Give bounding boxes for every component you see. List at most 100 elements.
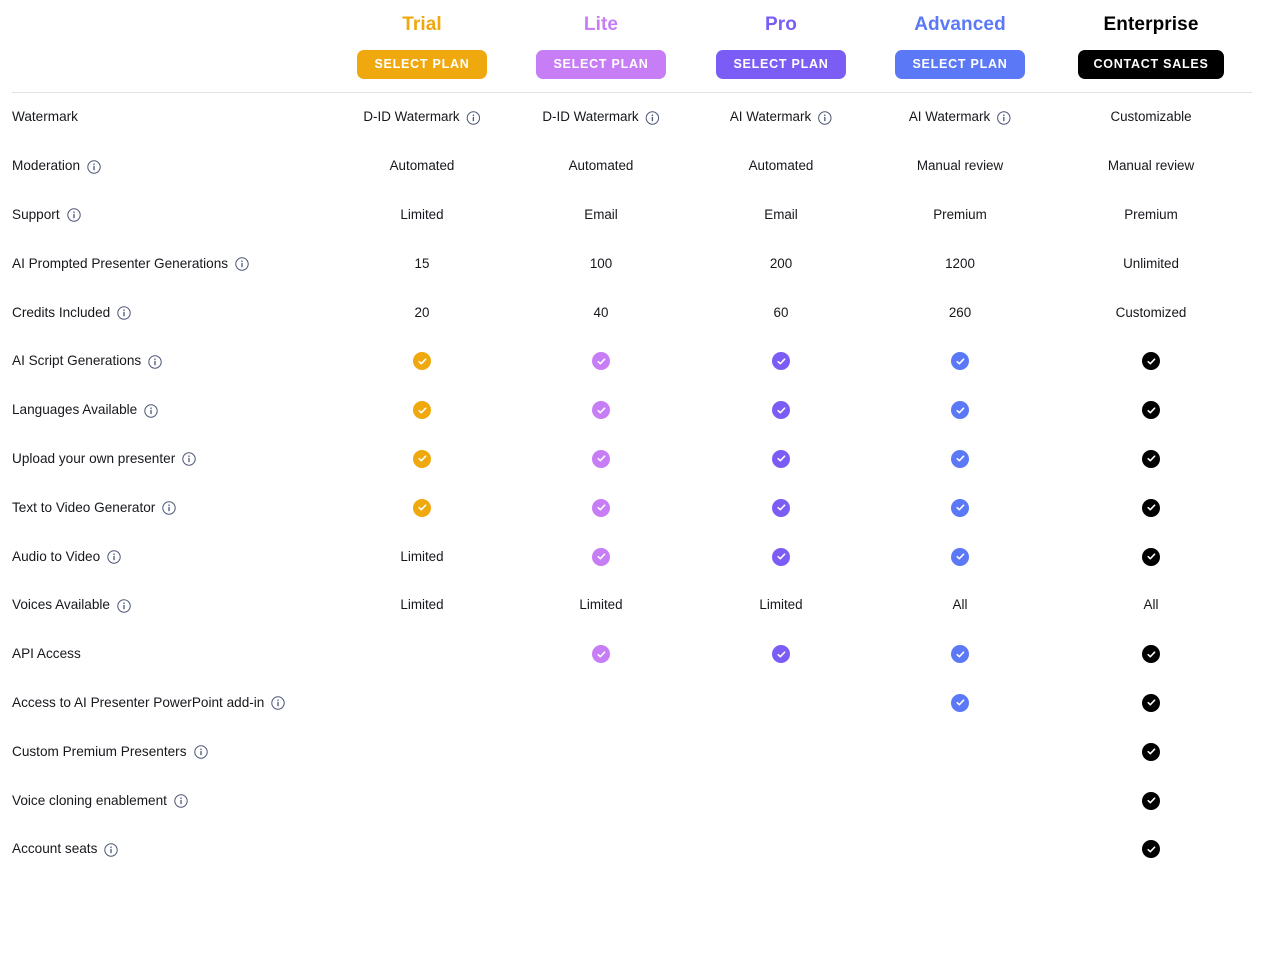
plan-name-enterprise: Enterprise <box>1103 14 1199 35</box>
plan-column-trial: Trial SELECT PLAN <box>357 0 487 79</box>
feature-label-text: Voices Available <box>12 597 110 613</box>
feature-value-text: Limited <box>400 597 444 613</box>
feature-value-cell-pro <box>772 645 790 664</box>
feature-value-text: Customizable <box>1110 109 1192 125</box>
feature-value-text: Unlimited <box>1123 255 1179 271</box>
feature-value-cell-enterprise <box>1142 742 1160 761</box>
feature-value-cell-advanced <box>951 547 969 566</box>
info-icon[interactable] <box>193 745 208 759</box>
feature-value-cell-advanced <box>951 449 969 468</box>
info-icon[interactable] <box>174 794 188 808</box>
feature-value-cell-lite: Email <box>584 206 617 224</box>
info-icon[interactable] <box>818 111 832 125</box>
feature-value-cell-advanced: AI Watermark <box>909 108 1011 126</box>
table-row: Watermark D-ID Watermark D-ID Watermark AI … <box>0 93 1264 142</box>
feature-value-cell-lite <box>592 498 610 517</box>
feature-label-cell: Access to AI Presenter PowerPoint add-in <box>12 694 286 712</box>
feature-value-cell-pro <box>772 449 790 468</box>
feature-label-text: AI Script Generations <box>12 353 142 369</box>
feature-value-cell-enterprise: Premium <box>1124 206 1178 224</box>
check-circle-icon <box>592 547 610 566</box>
feature-value-text: Limited <box>400 548 444 564</box>
feature-value-cell-advanced <box>951 401 969 420</box>
feature-label-cell: Custom Premium Presenters <box>12 743 208 761</box>
feature-value-cell-enterprise <box>1142 840 1160 859</box>
feature-value-cell-trial: D-ID Watermark <box>363 108 481 126</box>
info-icon[interactable] <box>87 159 101 174</box>
plan-cta-button-trial[interactable]: SELECT PLAN <box>357 50 487 79</box>
feature-label-text: AI Prompted Presenter Generations <box>12 255 229 271</box>
info-icon[interactable] <box>162 501 177 515</box>
feature-label-cell: Watermark <box>12 108 78 126</box>
info-icon[interactable] <box>645 111 660 125</box>
feature-label-text: Audio to Video <box>12 548 101 564</box>
info-icon[interactable] <box>466 111 481 125</box>
feature-value-cell-pro <box>772 498 790 517</box>
plan-header: Trial SELECT PLAN Lite SELECT PLAN Pro SELECT… <box>12 0 1252 93</box>
feature-value-text: All <box>952 597 968 613</box>
feature-label-text: Text to Video Generator <box>12 499 156 515</box>
table-row: Text to Video Generator <box>0 483 1264 532</box>
plan-cta-button-lite[interactable]: SELECT PLAN <box>536 50 666 79</box>
feature-label-text: Languages Available <box>12 402 138 418</box>
plan-cta-button-pro[interactable]: SELECT PLAN <box>716 50 846 79</box>
feature-value-cell-enterprise: Customized <box>1116 304 1187 322</box>
feature-value-text: Automated <box>389 158 455 174</box>
feature-label-cell: Voices Available <box>12 596 131 614</box>
plan-column-enterprise: Enterprise CONTACT SALES <box>1078 0 1224 79</box>
feature-value-text: Premium <box>933 206 987 222</box>
check-circle-icon <box>951 352 969 371</box>
feature-value-cell-lite: Limited <box>579 596 622 614</box>
feature-value-cell-pro <box>772 352 790 371</box>
feature-value-cell-enterprise <box>1142 547 1160 566</box>
feature-label-text: Watermark <box>12 109 78 125</box>
info-icon[interactable] <box>235 257 249 271</box>
feature-label-text: Credits Included <box>12 304 111 320</box>
feature-value-cell-lite: D-ID Watermark <box>542 108 660 126</box>
table-row: AI Script Generations <box>0 337 1264 386</box>
feature-label-cell: AI Script Generations <box>12 352 162 370</box>
feature-value-cell-pro: Email <box>764 206 797 224</box>
info-icon[interactable] <box>66 208 81 223</box>
plan-name-lite: Lite <box>583 14 619 35</box>
feature-value-cell-advanced: Premium <box>933 206 987 224</box>
info-icon[interactable] <box>117 599 131 613</box>
info-icon[interactable] <box>271 696 286 711</box>
plan-cta-label-lite: SELECT PLAN <box>553 57 649 71</box>
plan-cta-button-enterprise[interactable]: CONTACT SALES <box>1078 50 1224 79</box>
check-circle-icon <box>951 645 969 664</box>
feature-value-cell-advanced <box>951 645 969 664</box>
check-circle-icon <box>1142 693 1160 712</box>
feature-value-cell-lite <box>592 547 610 566</box>
feature-value-cell-trial: Limited <box>400 206 443 224</box>
feature-value-cell-trial: Limited <box>400 548 443 566</box>
info-icon[interactable] <box>182 452 196 467</box>
info-icon[interactable] <box>104 843 119 857</box>
feature-value-cell-trial: 20 <box>415 304 430 322</box>
check-circle-icon <box>1142 449 1160 468</box>
feature-value-text: Limited <box>579 597 623 613</box>
plan-cta-button-advanced[interactable]: SELECT PLAN <box>895 50 1025 79</box>
info-icon[interactable] <box>144 403 158 418</box>
check-circle-icon <box>951 449 969 468</box>
feature-label-cell: AI Prompted Presenter Generations <box>12 255 249 273</box>
feature-value-cell-advanced <box>951 498 969 517</box>
feature-value-cell-lite <box>592 449 610 468</box>
info-icon[interactable] <box>107 550 121 564</box>
feature-value-text: D-ID Watermark <box>363 109 460 125</box>
plan-column-lite: Lite SELECT PLAN <box>536 0 666 79</box>
info-icon[interactable] <box>117 306 131 320</box>
feature-value-cell-trial: Automated <box>390 157 455 175</box>
info-icon[interactable] <box>997 111 1011 125</box>
feature-value-text: Customized <box>1115 304 1187 320</box>
feature-value-cell-trial <box>413 498 431 517</box>
info-icon[interactable] <box>148 355 162 369</box>
check-circle-icon <box>1142 547 1160 566</box>
plan-cta-label-trial: SELECT PLAN <box>374 57 470 71</box>
feature-value-cell-enterprise <box>1142 791 1160 810</box>
table-row: Credits Included 20 40 60 260 Customized <box>0 288 1264 337</box>
check-circle-icon <box>1142 742 1160 761</box>
feature-value-text: 200 <box>769 255 793 271</box>
table-row: Account seats <box>0 825 1264 874</box>
feature-value-cell-lite <box>592 352 610 371</box>
